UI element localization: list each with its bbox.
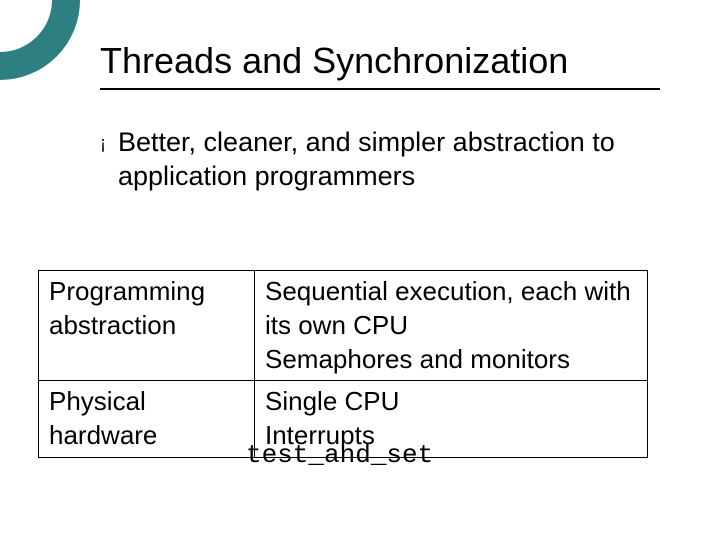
- slide-title: Threads and Synchronization: [100, 40, 660, 82]
- decorative-circle: [0, 0, 80, 80]
- cell-line: Semaphores and monitors: [265, 344, 570, 374]
- comparison-table: Programming abstraction Sequential execu…: [38, 270, 648, 458]
- table-cell-left: Programming abstraction: [39, 271, 255, 381]
- overflow-code: test_and_set: [246, 440, 433, 470]
- title-underline: [100, 88, 660, 90]
- title-block: Threads and Synchronization: [100, 40, 660, 90]
- table-row: Programming abstraction Sequential execu…: [39, 271, 648, 381]
- bullet-marker: ¡: [100, 126, 106, 160]
- cell-line: Sequential execution, each with its own …: [265, 276, 631, 340]
- cell-line: Single CPU: [265, 386, 399, 416]
- table-cell-right: Sequential execution, each with its own …: [255, 271, 648, 381]
- bullet-block: ¡ Better, cleaner, and simpler abstracti…: [100, 126, 640, 194]
- table-cell-left: Physical hardware: [39, 381, 255, 458]
- bullet-text: Better, cleaner, and simpler abstraction…: [118, 126, 640, 194]
